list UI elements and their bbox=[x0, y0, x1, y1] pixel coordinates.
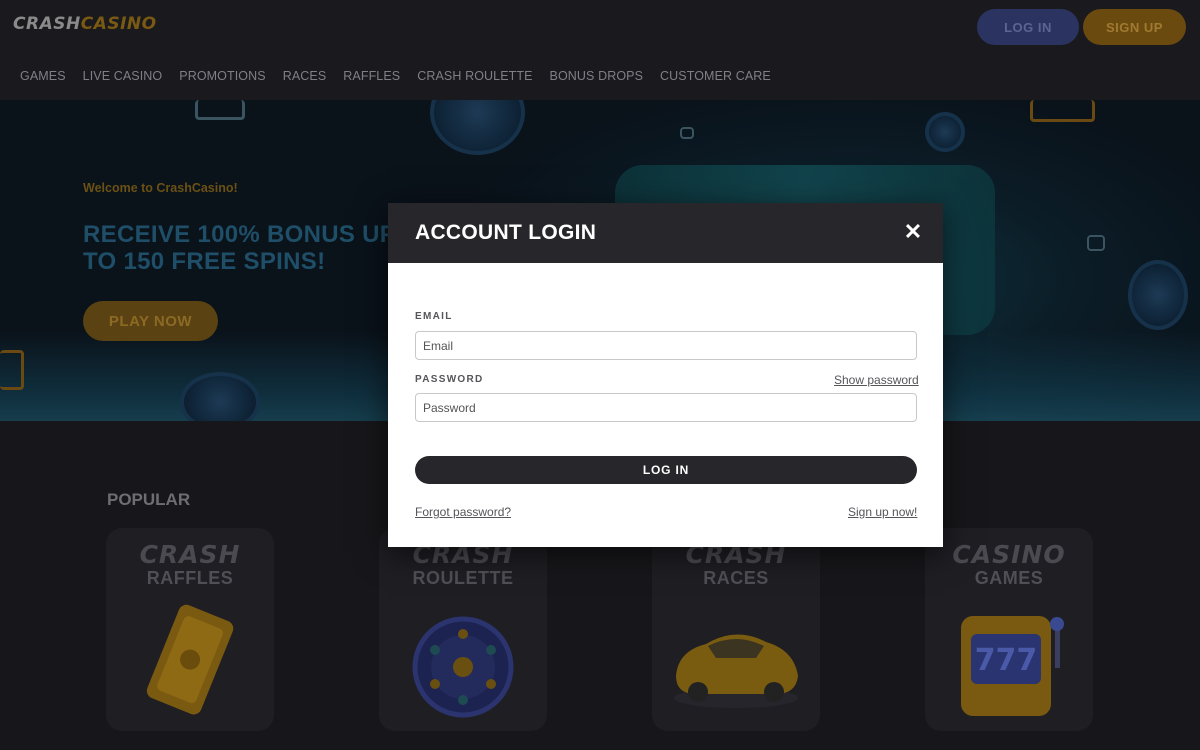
slot-lever-knob-decoration bbox=[925, 112, 965, 152]
ticket-icon bbox=[146, 604, 234, 715]
nav-item-bonus-drops[interactable]: BONUS DROPS bbox=[550, 69, 643, 83]
header-signup-button[interactable]: SIGN UP bbox=[1083, 9, 1186, 45]
main-nav: GAMES LIVE CASINO PROMOTIONS RACES RAFFL… bbox=[20, 69, 788, 83]
nav-item-games[interactable]: GAMES bbox=[20, 69, 66, 83]
modal-header: ACCOUNT LOGIN ✕ bbox=[388, 203, 943, 263]
close-icon[interactable]: ✕ bbox=[902, 221, 924, 243]
card-title-line1: CRASH bbox=[139, 540, 241, 569]
password-label: PASSWORD bbox=[415, 374, 484, 385]
show-password-link[interactable]: Show password bbox=[834, 373, 919, 387]
play-now-button[interactable]: PLAY NOW bbox=[83, 301, 218, 341]
nav-item-races[interactable]: RACES bbox=[283, 69, 327, 83]
game-card-casino-games[interactable]: CASINO GAMES 777 bbox=[925, 528, 1093, 731]
password-field[interactable] bbox=[415, 393, 917, 422]
hero-welcome-text: Welcome to CrashCasino! bbox=[83, 181, 238, 195]
svg-text:777: 777 bbox=[975, 643, 1038, 678]
card-title-line2: RACES bbox=[703, 568, 769, 588]
game-card-crash-races[interactable]: CRASH RACES bbox=[652, 528, 820, 731]
neon-square-decoration bbox=[1030, 100, 1095, 122]
card-title-line2: RAFFLES bbox=[146, 568, 234, 588]
login-submit-button[interactable]: LOG IN bbox=[415, 456, 917, 484]
popular-section-title: POPULAR bbox=[107, 490, 191, 509]
email-field[interactable] bbox=[415, 331, 917, 360]
account-login-modal: ACCOUNT LOGIN ✕ EMAIL PASSWORD Show pass… bbox=[388, 203, 943, 547]
sign-up-now-link[interactable]: Sign up now! bbox=[848, 505, 917, 519]
logo-text-casino: CASINO bbox=[80, 14, 157, 34]
game-card-crash-raffles[interactable]: CRASH RAFFLES bbox=[106, 528, 274, 731]
site-header: CRASHCASINO LOG IN SIGN UP GAMES LIVE CA… bbox=[0, 0, 1200, 100]
hero-headline: RECEIVE 100% BONUS UP TO 150 FREE SPINS! bbox=[83, 221, 396, 275]
neon-square-decoration bbox=[195, 100, 245, 120]
neon-square-decoration bbox=[1087, 235, 1105, 251]
card-title-line2: ROULETTE bbox=[412, 568, 514, 588]
slot-machine-icon: 777 bbox=[961, 616, 1064, 716]
card-title-line2: GAMES bbox=[974, 568, 1044, 588]
poker-chip-decoration bbox=[430, 100, 525, 155]
forgot-password-link[interactable]: Forgot password? bbox=[415, 505, 511, 519]
poker-chip-decoration bbox=[1128, 260, 1188, 330]
logo-text-crash: CRASH bbox=[13, 14, 81, 34]
roulette-wheel-icon bbox=[412, 616, 514, 718]
modal-title: ACCOUNT LOGIN bbox=[415, 221, 597, 244]
site-logo[interactable]: CRASHCASINO bbox=[13, 14, 157, 34]
nav-item-crash-roulette[interactable]: CRASH ROULETTE bbox=[417, 69, 532, 83]
nav-item-raffles[interactable]: RAFFLES bbox=[343, 69, 400, 83]
neon-square-decoration bbox=[680, 127, 694, 139]
game-card-crash-roulette[interactable]: CRASH ROULETTE bbox=[379, 528, 547, 731]
neon-square-decoration bbox=[0, 350, 24, 390]
nav-item-promotions[interactable]: PROMOTIONS bbox=[179, 69, 265, 83]
page: CRASHCASINO LOG IN SIGN UP GAMES LIVE CA… bbox=[0, 0, 1200, 750]
nav-item-live-casino[interactable]: LIVE CASINO bbox=[83, 69, 163, 83]
header-login-button[interactable]: LOG IN bbox=[977, 9, 1079, 45]
race-car-icon bbox=[674, 634, 798, 708]
card-title-line1: CASINO bbox=[952, 540, 1066, 569]
email-label: EMAIL bbox=[415, 311, 453, 322]
nav-item-customer-care[interactable]: CUSTOMER CARE bbox=[660, 69, 771, 83]
